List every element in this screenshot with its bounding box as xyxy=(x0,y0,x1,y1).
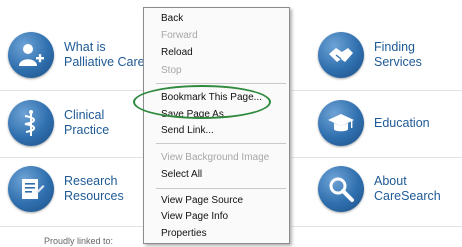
tile-palliative-care[interactable]: What is Palliative Care xyxy=(8,32,145,78)
tile-about-caresearch[interactable]: About CareSearch xyxy=(318,166,441,212)
handshake-icon xyxy=(318,32,364,78)
divider xyxy=(292,90,462,91)
magnifier-icon xyxy=(318,166,364,212)
menu-item-stop: Stop xyxy=(161,65,182,76)
menu-item-view-source[interactable]: View Page Source xyxy=(161,195,243,206)
highlight-ring xyxy=(133,85,271,119)
tile-label: Finding Services xyxy=(374,40,422,69)
tile-label: Research Resources xyxy=(64,174,124,203)
menu-item-send-link[interactable]: Send Link... xyxy=(161,125,214,136)
menu-item-view-info[interactable]: View Page Info xyxy=(161,211,228,222)
menu-item-forward: Forward xyxy=(161,30,198,41)
menu-separator xyxy=(156,188,286,189)
document-icon xyxy=(8,166,54,212)
person-plus-icon xyxy=(8,32,54,78)
proudly-linked-text: Proudly linked to: xyxy=(44,236,114,246)
divider xyxy=(0,157,150,158)
tile-education[interactable]: Education xyxy=(318,100,430,146)
tile-finding-services[interactable]: Finding Services xyxy=(318,32,422,78)
menu-item-view-background: View Background Image xyxy=(161,152,270,163)
menu-item-back[interactable]: Back xyxy=(161,13,183,24)
divider xyxy=(0,226,150,227)
tile-label: Education xyxy=(374,115,430,130)
menu-item-select-all[interactable]: Select All xyxy=(161,169,202,180)
caduceus-icon xyxy=(8,100,54,146)
tile-label: Clinical Practice xyxy=(64,108,110,137)
divider xyxy=(292,157,462,158)
tile-label: About CareSearch xyxy=(374,174,441,203)
tile-label: What is Palliative Care xyxy=(64,40,145,69)
menu-separator xyxy=(156,143,286,144)
divider xyxy=(292,226,462,227)
divider xyxy=(0,90,150,91)
menu-item-reload[interactable]: Reload xyxy=(161,47,193,58)
menu-item-properties[interactable]: Properties xyxy=(161,228,207,239)
tile-clinical-practice[interactable]: Clinical Practice xyxy=(8,100,109,146)
menu-separator xyxy=(156,83,286,84)
graduation-cap-icon xyxy=(318,100,364,146)
tile-research-resources[interactable]: Research Resources xyxy=(8,166,124,212)
context-menu: Back Forward Reload Stop Bookmark This P… xyxy=(143,7,290,244)
